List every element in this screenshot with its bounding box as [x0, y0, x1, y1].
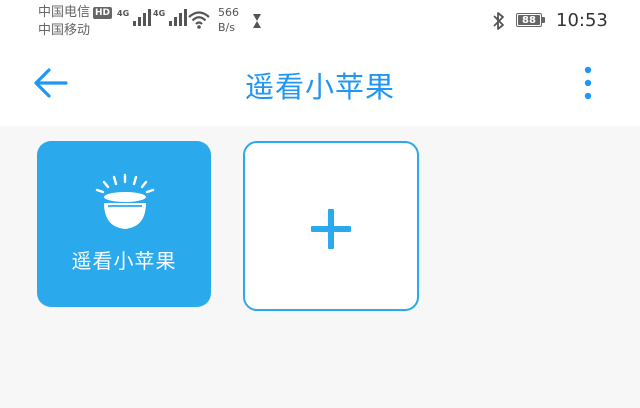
carrier-info: 中国电信 HD 中国移动 [38, 4, 113, 40]
add-device-button[interactable] [243, 141, 419, 311]
status-bar: 中国电信 HD 中国移动 4G 4G 566 B/s 88 10:53 [0, 0, 640, 44]
lamp-icon [95, 173, 155, 229]
page-title: 遥看小苹果 [244, 70, 395, 104]
plus-icon [311, 209, 351, 249]
device-label: 遥看小苹果 [71, 249, 177, 273]
signal-icon: 4G [117, 9, 152, 26]
more-vertical-icon[interactable] [578, 64, 598, 102]
bluetooth-icon [493, 12, 504, 30]
net-speed-value: 566 [218, 6, 239, 19]
battery-level: 88 [522, 14, 536, 26]
status-time: 10:53 [556, 10, 608, 31]
signal-2-label: 4G [153, 9, 166, 18]
carrier-2-name: 中国移动 [38, 23, 91, 38]
device-grid: 遥看小苹果 [0, 126, 640, 408]
carrier-1-name: 中国电信 [38, 5, 91, 20]
wifi-icon [188, 11, 210, 29]
device-tile[interactable]: 遥看小苹果 [37, 141, 211, 307]
battery-tip [542, 17, 545, 23]
signal-icon: 4G [153, 9, 188, 26]
hd-badge: HD [93, 7, 113, 19]
hourglass-icon [253, 14, 261, 28]
app-bar: 遥看小苹果 [0, 44, 640, 126]
network-speed: 566 B/s [218, 5, 239, 35]
battery-icon: 88 [516, 13, 542, 27]
signal-1-label: 4G [117, 9, 130, 18]
net-speed-unit: B/s [218, 21, 235, 34]
